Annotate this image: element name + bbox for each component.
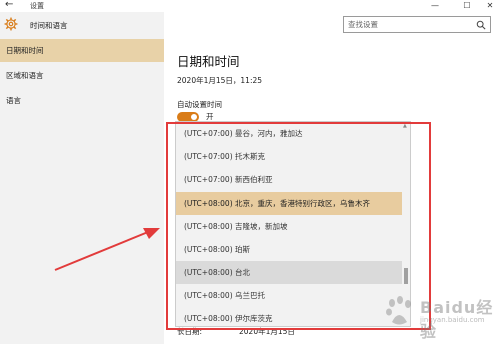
watermark: Baidu经验 jingyan.baidu.com: [380, 290, 498, 341]
watermark-url: jingyan.baidu.com: [420, 316, 485, 324]
paw-icon: [386, 296, 411, 325]
